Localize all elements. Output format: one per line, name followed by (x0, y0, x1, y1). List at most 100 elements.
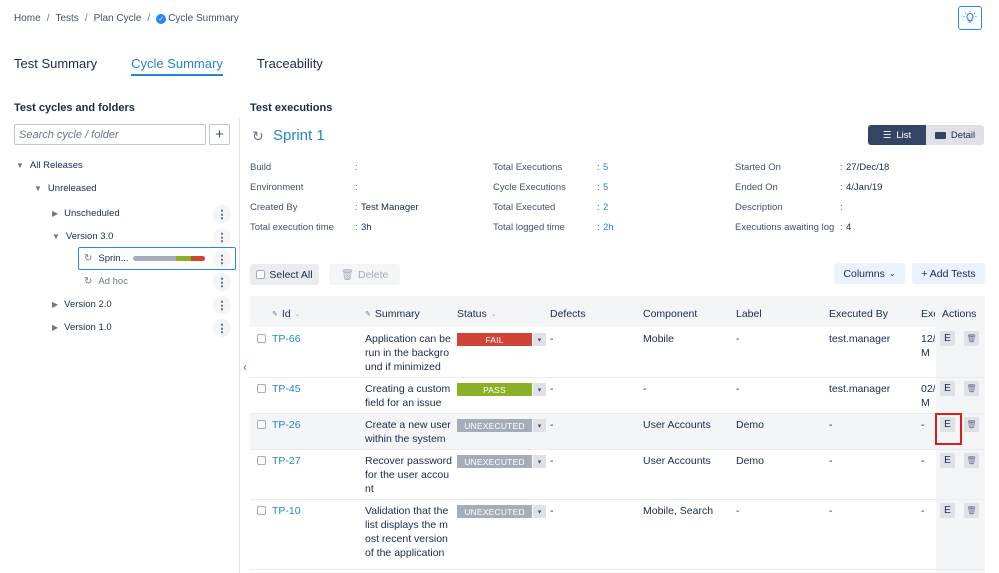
list-view-button[interactable]: ☰ List (868, 125, 926, 145)
meta-label: Ended On (735, 182, 778, 193)
column-header-status[interactable]: Status ⌄ (457, 308, 497, 320)
status-badge[interactable]: FAIL (457, 333, 532, 346)
tree-item-unscheduled[interactable]: ▶ Unscheduled (52, 208, 120, 219)
trash-icon[interactable]: 🗑 (964, 417, 979, 432)
panel-divider[interactable] (239, 118, 240, 573)
test-id-link[interactable]: TP-27 (272, 454, 301, 468)
status-dropdown-chevron-icon[interactable]: ▾ (533, 419, 546, 432)
search-input[interactable] (14, 124, 206, 145)
tree-item-unreleased[interactable]: ▼ Unreleased (34, 183, 97, 194)
row-checkbox[interactable] (257, 420, 266, 429)
defects-value: - (550, 505, 554, 517)
row-checkbox[interactable] (257, 506, 266, 515)
tab-traceability[interactable]: Traceability (257, 56, 323, 76)
summary-text: Creating a custom (365, 383, 451, 395)
tree-item-version-2[interactable]: ▶ Version 2.0 (52, 299, 112, 310)
status-badge[interactable]: PASS (457, 383, 532, 396)
summary-text: of the application (365, 547, 445, 559)
row-checkbox[interactable] (257, 384, 266, 393)
meta-separator: : (597, 222, 600, 233)
tree-item-version-1[interactable]: ▶ Version 1.0 (52, 322, 112, 333)
status-dropdown-chevron-icon[interactable]: ▾ (533, 383, 546, 396)
columns-dropdown[interactable]: Columns ⌄ (834, 263, 905, 284)
meta-label: Total Executions (493, 162, 563, 173)
collapse-panel-icon[interactable]: ‹ (243, 360, 247, 374)
label-value: - (736, 505, 740, 517)
tree-label: All Releases (29, 160, 83, 171)
meta-value[interactable]: 5 (603, 182, 608, 193)
detail-view-button[interactable]: Detail (926, 125, 984, 145)
status-badge[interactable]: UNEXECUTED (457, 419, 532, 432)
breadcrumb-separator: / (147, 13, 151, 24)
meta-separator: : (355, 182, 358, 193)
row-checkbox[interactable] (257, 334, 266, 343)
execute-button[interactable]: E (940, 331, 955, 346)
column-header-summary[interactable]: ✎ Summary (365, 308, 420, 320)
tree-label: Ad hoc (98, 276, 128, 287)
defects-value: - (550, 419, 554, 431)
component-value: User Accounts (643, 419, 711, 431)
column-header-defects[interactable]: Defects (550, 308, 586, 320)
tab-test-summary[interactable]: Test Summary (14, 56, 97, 76)
breadcrumb-tests[interactable]: Tests (55, 13, 78, 24)
delete-label: Delete (357, 268, 389, 281)
highlight-box (935, 413, 962, 445)
tree-label: Version 2.0 (64, 299, 112, 310)
row-checkbox[interactable] (257, 456, 266, 465)
more-options-icon[interactable]: ⋮ (213, 228, 231, 246)
tree-item-version-3[interactable]: ▼ Version 3.0 (52, 231, 113, 242)
delete-button[interactable]: 🗑 Delete (329, 264, 400, 285)
meta-label: Created By (250, 202, 298, 213)
cycle-spinner-icon: ↻ (252, 128, 264, 144)
breadcrumb-plan-cycle[interactable]: Plan Cycle (94, 13, 142, 24)
trash-icon[interactable]: 🗑 (964, 331, 979, 346)
column-header-component[interactable]: Component (643, 308, 697, 320)
column-header-executed-by[interactable]: Executed By (829, 308, 888, 320)
caret-right-icon[interactable]: ▶ (52, 300, 58, 309)
trash-icon[interactable]: 🗑 (964, 503, 979, 518)
status-dropdown-chevron-icon[interactable]: ▾ (533, 333, 546, 346)
meta-value[interactable]: 5 (603, 162, 608, 173)
caret-down-icon[interactable]: ▼ (52, 232, 60, 241)
executed-on-value: - (921, 505, 925, 517)
status-badge[interactable]: UNEXECUTED (457, 505, 532, 518)
status-dropdown-chevron-icon[interactable]: ▾ (533, 455, 546, 468)
tree-item-ad-hoc[interactable]: ↻ Ad hoc (84, 276, 128, 287)
execute-button[interactable]: E (940, 503, 955, 518)
execute-button[interactable]: E (940, 453, 955, 468)
test-id-link[interactable]: TP-45 (272, 382, 301, 396)
left-panel-title: Test cycles and folders (14, 102, 135, 114)
trash-icon: 🗑 (340, 269, 354, 281)
tab-cycle-summary[interactable]: Cycle Summary (131, 56, 223, 76)
caret-right-icon[interactable]: ▶ (52, 209, 58, 218)
caret-down-icon[interactable]: ▼ (16, 161, 24, 170)
more-options-icon[interactable]: ⋮ (213, 273, 231, 291)
select-all-button[interactable]: Select All (250, 264, 319, 285)
more-options-icon[interactable]: ⋮ (213, 205, 231, 223)
more-options-icon[interactable]: ⋮ (213, 319, 231, 337)
status-dropdown-chevron-icon[interactable]: ▾ (533, 505, 546, 518)
caret-right-icon[interactable]: ▶ (52, 323, 58, 332)
caret-down-icon[interactable]: ▼ (34, 184, 42, 193)
lightbulb-icon[interactable] (958, 6, 982, 30)
more-options-icon[interactable]: ⋮ (213, 250, 231, 268)
trash-icon[interactable]: 🗑 (964, 453, 979, 468)
trash-icon[interactable]: 🗑 (964, 381, 979, 396)
more-options-icon[interactable]: ⋮ (213, 296, 231, 314)
breadcrumb-home[interactable]: Home (14, 13, 41, 24)
test-id-link[interactable]: TP-66 (272, 332, 301, 346)
meta-value[interactable]: 2h (603, 222, 614, 233)
test-id-link[interactable]: TP-10 (272, 504, 301, 518)
tree-item-sprint[interactable]: ↻ Sprin... (84, 253, 129, 264)
add-tests-button[interactable]: + Add Tests (912, 263, 985, 284)
execute-button[interactable]: E (940, 381, 955, 396)
add-cycle-button[interactable]: + (209, 124, 230, 145)
status-badge[interactable]: UNEXECUTED (457, 455, 532, 468)
column-header-executed-on[interactable]: Exe (921, 308, 935, 320)
meta-value[interactable]: 2 (603, 202, 608, 213)
column-header-label[interactable]: Label (736, 308, 762, 320)
column-header-id[interactable]: ✎ Id ⌄ (272, 308, 301, 320)
tree-item-all-releases[interactable]: ▼ All Releases (16, 160, 83, 171)
component-value: Mobile, Search (643, 505, 714, 517)
test-id-link[interactable]: TP-26 (272, 418, 301, 432)
